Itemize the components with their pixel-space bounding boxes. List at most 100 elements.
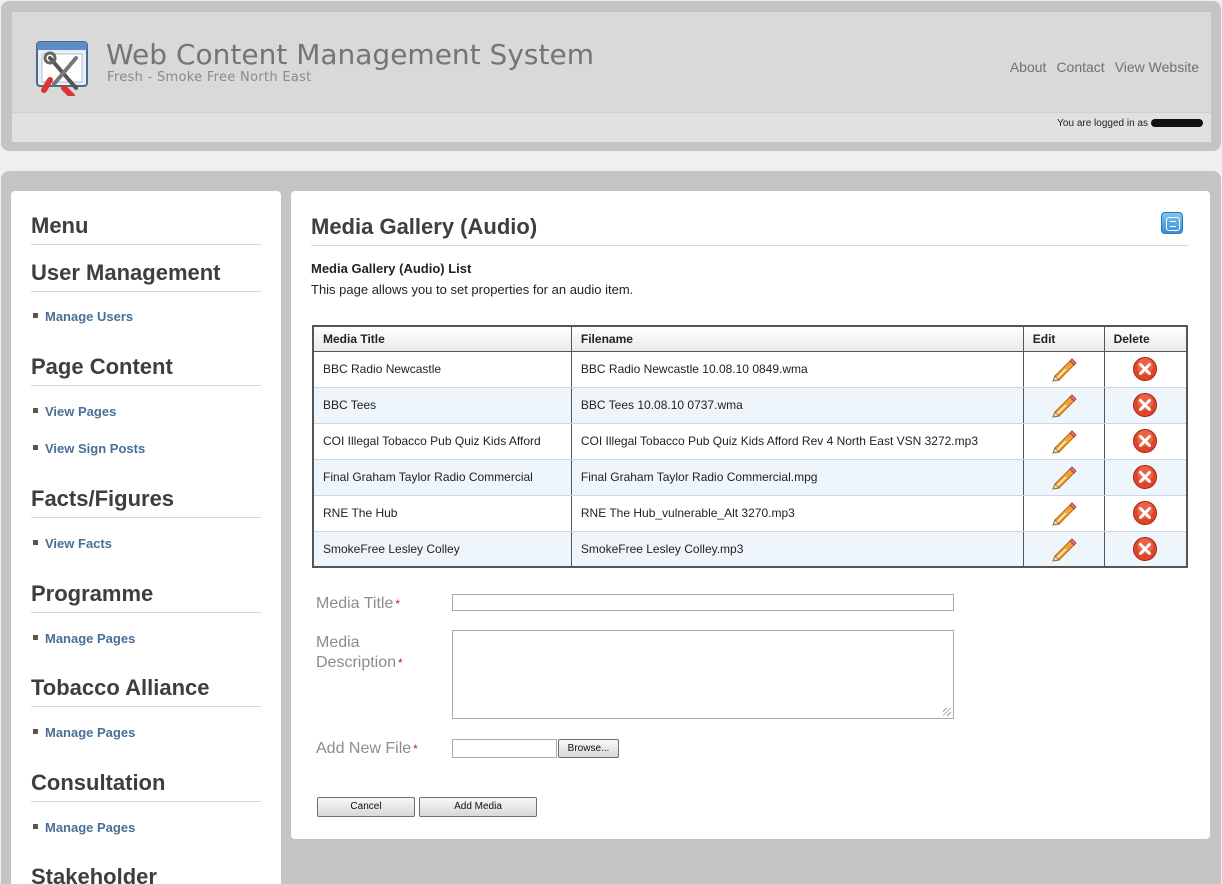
delete-x-icon[interactable] xyxy=(1132,464,1158,490)
media-title-label: Media Title * xyxy=(316,595,401,612)
cell-edit xyxy=(1023,531,1105,567)
bullet-icon xyxy=(33,729,38,735)
sidebar-link-view-facts[interactable]: View Facts xyxy=(33,536,112,551)
login-status: You are logged in as xyxy=(1057,118,1203,129)
sidebar-link-view-sign-posts[interactable]: View Sign Posts xyxy=(33,441,145,456)
delete-x-icon[interactable] xyxy=(1132,392,1158,418)
required-marker: * xyxy=(398,656,403,670)
col-header-edit: Edit xyxy=(1023,326,1105,352)
header-inner: Web Content Management System Fresh - Sm… xyxy=(12,12,1211,142)
bullet-icon xyxy=(33,313,38,319)
sidebar-heading-user-management: User Management xyxy=(31,260,261,292)
sidebar-heading-tobacco-alliance: Tobacco Alliance xyxy=(31,675,261,707)
cell-filename: SmokeFree Lesley Colley.mp3 xyxy=(571,531,1024,567)
media-description-textarea[interactable] xyxy=(452,630,954,719)
bullet-icon xyxy=(33,445,38,451)
redacted-username xyxy=(1151,119,1203,128)
add-media-button[interactable]: Add Media xyxy=(419,797,537,817)
delete-x-icon[interactable] xyxy=(1132,536,1158,562)
required-marker: * xyxy=(413,742,418,756)
cell-media-title: COI Illegal Tobacco Pub Quiz Kids Afford xyxy=(313,423,572,460)
page-title: Media Gallery (Audio) xyxy=(311,214,1188,246)
add-file-label: Add New File * xyxy=(316,740,418,757)
media-title-input[interactable] xyxy=(452,594,954,611)
col-header-delete: Delete xyxy=(1104,326,1187,352)
media-table: Media Title Filename Edit Delete BBC Rad… xyxy=(312,325,1188,568)
sidebar: Menu User Management Manage Users Page C… xyxy=(11,191,281,884)
pencil-icon[interactable] xyxy=(1051,392,1077,418)
cell-media-title: RNE The Hub xyxy=(313,495,572,532)
cell-filename: COI Illegal Tobacco Pub Quiz Kids Afford… xyxy=(571,423,1024,460)
app-title: Web Content Management System xyxy=(106,38,594,71)
cell-edit xyxy=(1023,423,1105,460)
delete-x-icon[interactable] xyxy=(1132,428,1158,454)
table-row: BBC Tees BBC Tees 10.08.10 0737.wma xyxy=(313,387,1187,424)
table-row: Final Graham Taylor Radio Commercial Fin… xyxy=(313,459,1187,496)
sidebar-heading-programme: Programme xyxy=(31,581,261,613)
col-header-filename: Filename xyxy=(571,326,1024,352)
app-subtitle: Fresh - Smoke Free North East xyxy=(107,70,312,85)
cell-filename: RNE The Hub_vulnerable_Alt 3270.mp3 xyxy=(571,495,1024,532)
cell-filename: Final Graham Taylor Radio Commercial.mpg xyxy=(571,459,1024,496)
nav-view-website-link[interactable]: View Website xyxy=(1115,59,1199,75)
cell-edit xyxy=(1023,387,1105,424)
cell-filename: BBC Radio Newcastle 10.08.10 0849.wma xyxy=(571,351,1024,388)
table-row: BBC Radio Newcastle BBC Radio Newcastle … xyxy=(313,351,1187,388)
cell-delete xyxy=(1104,387,1187,424)
cell-media-title: BBC Tees xyxy=(313,387,572,424)
page-description: This page allows you to set properties f… xyxy=(311,282,634,297)
cell-delete xyxy=(1104,495,1187,532)
pencil-icon[interactable] xyxy=(1051,536,1077,562)
sidebar-link-tobacco-manage-pages[interactable]: Manage Pages xyxy=(33,725,135,740)
cancel-button[interactable]: Cancel xyxy=(317,797,415,817)
menu-heading: Menu xyxy=(31,213,261,245)
cell-media-title: Final Graham Taylor Radio Commercial xyxy=(313,459,572,496)
delete-x-icon[interactable] xyxy=(1132,356,1158,382)
nav-contact-link[interactable]: Contact xyxy=(1056,59,1104,75)
sidebar-heading-stakeholder: Stakeholder xyxy=(31,864,261,884)
cell-edit xyxy=(1023,351,1105,388)
pencil-icon[interactable] xyxy=(1051,428,1077,454)
sidebar-link-programme-manage-pages[interactable]: Manage Pages xyxy=(33,631,135,646)
login-text: You are logged in as xyxy=(1057,118,1148,129)
header-status-bar xyxy=(12,112,1211,142)
sidebar-link-consultation-manage-pages[interactable]: Manage Pages xyxy=(33,820,135,835)
sidebar-link-manage-users[interactable]: Manage Users xyxy=(33,309,133,324)
list-title: Media Gallery (Audio) List xyxy=(311,261,472,276)
resize-grip-icon[interactable] xyxy=(943,708,951,716)
nav-about-link[interactable]: About xyxy=(1010,59,1047,75)
top-nav: About Contact View Website xyxy=(1010,59,1199,75)
cell-delete xyxy=(1104,459,1187,496)
required-marker: * xyxy=(395,597,401,611)
cell-delete xyxy=(1104,423,1187,460)
file-path-input[interactable] xyxy=(452,739,557,758)
sidebar-link-view-pages[interactable]: View Pages xyxy=(33,404,116,419)
delete-x-icon[interactable] xyxy=(1132,500,1158,526)
bullet-icon xyxy=(33,824,38,830)
browse-button[interactable]: Browse... xyxy=(558,739,619,758)
cell-edit xyxy=(1023,495,1105,532)
pencil-icon[interactable] xyxy=(1051,356,1077,382)
table-row: SmokeFree Lesley Colley SmokeFree Lesley… xyxy=(313,531,1187,567)
cell-edit xyxy=(1023,459,1105,496)
cell-media-title: BBC Radio Newcastle xyxy=(313,351,572,388)
main-content: Media Gallery (Audio) Media Gallery (Aud… xyxy=(291,191,1210,839)
bullet-icon xyxy=(33,540,38,546)
header: Web Content Management System Fresh - Sm… xyxy=(1,1,1221,151)
col-header-media-title: Media Title xyxy=(313,326,572,352)
cell-filename: BBC Tees 10.08.10 0737.wma xyxy=(571,387,1024,424)
bullet-icon xyxy=(33,408,38,414)
sidebar-heading-consultation: Consultation xyxy=(31,770,261,802)
sidebar-heading-page-content: Page Content xyxy=(31,354,261,386)
cell-media-title: SmokeFree Lesley Colley xyxy=(313,531,572,567)
cell-delete xyxy=(1104,531,1187,567)
media-description-label: Media Description * xyxy=(316,634,403,671)
table-row: COI Illegal Tobacco Pub Quiz Kids Afford… xyxy=(313,423,1187,460)
table-header-row: Media Title Filename Edit Delete xyxy=(313,326,1187,352)
pencil-icon[interactable] xyxy=(1051,464,1077,490)
table-row: RNE The Hub RNE The Hub_vulnerable_Alt 3… xyxy=(313,495,1187,532)
tools-monitor-icon xyxy=(36,41,88,96)
sidebar-heading-facts-figures: Facts/Figures xyxy=(31,486,261,518)
list-view-icon[interactable] xyxy=(1161,212,1183,234)
pencil-icon[interactable] xyxy=(1051,500,1077,526)
